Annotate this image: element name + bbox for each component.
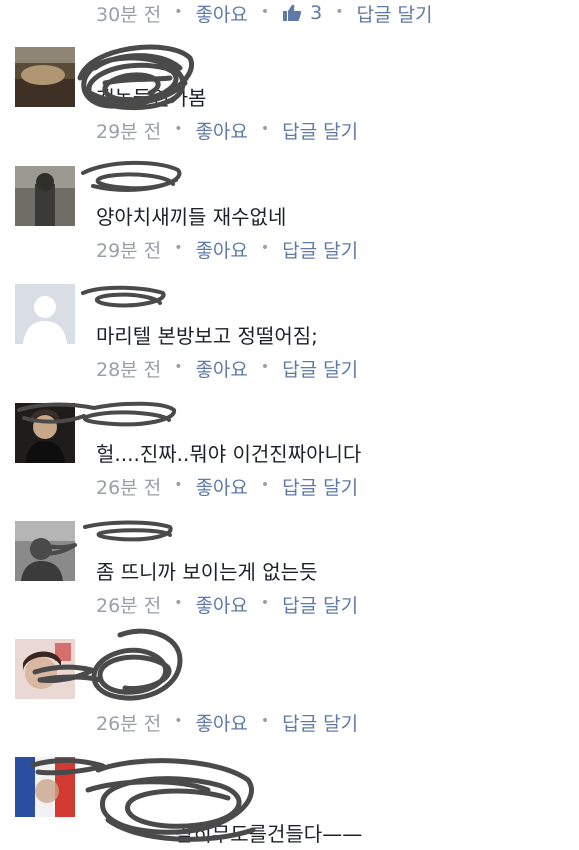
- like-count[interactable]: 3: [282, 2, 322, 24]
- avatar[interactable]: [15, 521, 75, 581]
- comment-meta: 29분 전 • 좋아요 • 답글 달기: [96, 236, 358, 263]
- separator-dot: •: [174, 359, 183, 375]
- comment-time: 30분 전: [96, 3, 162, 26]
- comment-time: 28분 전: [96, 358, 162, 381]
- avatar[interactable]: [15, 639, 75, 699]
- like-count-value: 3: [310, 2, 323, 24]
- reply-link[interactable]: 답글 달기: [282, 236, 358, 263]
- avatar[interactable]: [15, 403, 75, 463]
- comment-text: 좀 뜨니까 보이는게 없는듯: [96, 560, 318, 584]
- comment-text: 감히무도를건들다——: [175, 822, 363, 846]
- avatar[interactable]: [15, 757, 75, 817]
- reply-link[interactable]: 답글 달기: [282, 473, 358, 500]
- like-link[interactable]: 좋아요: [195, 0, 247, 27]
- comment-meta: 26분 전 • 좋아요 • 답글 달기: [96, 709, 358, 736]
- comment-meta: 26분 전 • 좋아요 • 답글 달기: [96, 591, 358, 618]
- separator-dot: •: [260, 240, 270, 256]
- comment-text: 마리텔 본방보고 정떨어짐;: [96, 324, 318, 348]
- separator-dot: •: [335, 4, 344, 20]
- reply-link[interactable]: 답글 달기: [282, 355, 358, 382]
- redaction-scribble: [81, 160, 182, 192]
- avatar[interactable]: [15, 166, 75, 226]
- like-link[interactable]: 좋아요: [195, 236, 247, 263]
- separator-dot: •: [174, 240, 183, 256]
- comment-time: 26분 전: [96, 594, 162, 617]
- comment-text: 양아치새끼들 재수없네: [96, 205, 287, 229]
- comment-meta: 26분 전 • 좋아요 • 답글 달기: [96, 473, 358, 500]
- comment-time: 26분 전: [96, 476, 162, 499]
- comment-time: 29분 전: [96, 239, 162, 262]
- reply-link[interactable]: 답글 달기: [282, 709, 358, 736]
- separator-dot: •: [260, 359, 270, 375]
- reply-link[interactable]: 답글 달기: [357, 0, 433, 27]
- like-link[interactable]: 좋아요: [195, 591, 247, 618]
- separator-dot: •: [260, 4, 270, 20]
- separator-dot: •: [260, 713, 270, 729]
- separator-dot: •: [174, 477, 183, 493]
- like-link[interactable]: 좋아요: [195, 473, 247, 500]
- comment-meta: 30분 전 • 좋아요 • 3 • 답글 달기: [96, 0, 433, 27]
- comment-time: 26분 전: [96, 712, 162, 735]
- avatar[interactable]: [15, 284, 75, 344]
- separator-dot: •: [174, 121, 183, 137]
- reply-link[interactable]: 답글 달기: [282, 117, 358, 144]
- comment-text: 헐....진짜..뭐야 이건진짜아니다: [96, 442, 362, 466]
- like-link[interactable]: 좋아요: [195, 117, 247, 144]
- separator-dot: •: [260, 121, 270, 137]
- comment-meta: 28분 전 • 좋아요 • 답글 달기: [96, 355, 358, 382]
- separator-dot: •: [260, 595, 270, 611]
- thumbs-up-icon: [283, 4, 302, 22]
- comment-time: 29분 전: [96, 120, 162, 143]
- avatar[interactable]: [15, 47, 75, 107]
- comment-meta: 29분 전 • 좋아요 • 답글 달기: [96, 117, 358, 144]
- reply-link[interactable]: 답글 달기: [282, 591, 358, 618]
- default-profile-icon: [15, 284, 75, 344]
- comment-text: 개놈들인가봄: [96, 86, 207, 110]
- separator-dot: •: [174, 595, 183, 611]
- like-link[interactable]: 좋아요: [195, 709, 247, 736]
- redaction-scribble: [81, 285, 166, 308]
- like-link[interactable]: 좋아요: [195, 355, 247, 382]
- separator-dot: •: [260, 477, 270, 493]
- separator-dot: •: [174, 713, 183, 729]
- separator-dot: •: [174, 4, 183, 20]
